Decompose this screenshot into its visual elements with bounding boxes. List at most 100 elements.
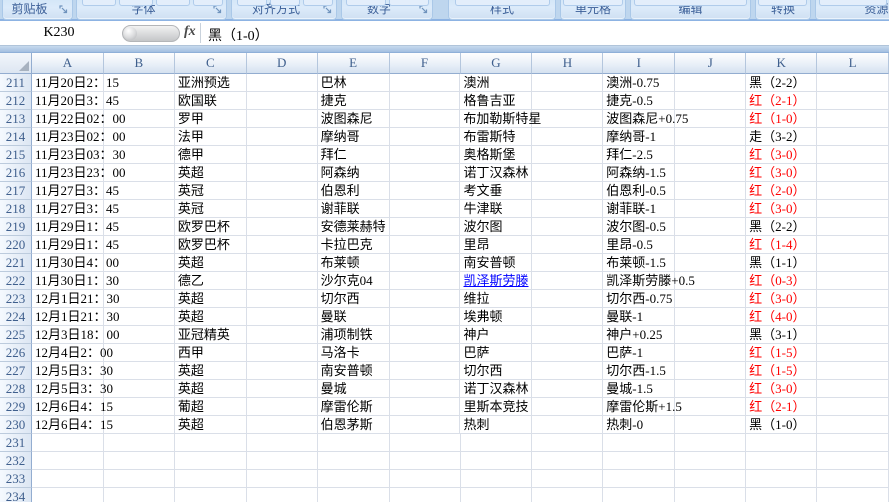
cell-I232[interactable] [603,452,676,470]
row-header-229[interactable]: 229 [0,398,32,416]
column-header-B[interactable]: B [103,53,175,74]
cell-E230[interactable]: 伯恩茅斯 [317,416,390,434]
cell-A216[interactable]: 11月23日23：00 [31,164,125,182]
cell-F231[interactable] [389,434,461,452]
row-header-223[interactable]: 223 [0,290,32,308]
cell-K215[interactable]: 红（3-0） [746,146,818,164]
cell-E218[interactable]: 谢菲联 [317,200,390,218]
cell-E225[interactable]: 浦项制铁 [317,326,390,344]
cell-E214[interactable]: 摩纳哥 [317,128,390,146]
cell-H224[interactable] [532,308,604,326]
cell-F226[interactable] [389,344,461,362]
cell-E219[interactable]: 安德莱赫特 [317,218,390,236]
cell-K220[interactable]: 红（1-4） [746,236,818,254]
cell-K212[interactable]: 红（2-1） [746,92,818,110]
cell-C219[interactable]: 欧罗巴杯 [174,218,247,236]
cell-A217[interactable]: 11月27日3：45 [31,182,119,200]
cell-A214[interactable]: 11月23日02：00 [31,128,125,146]
row-header-226[interactable]: 226 [0,344,32,362]
cell-E217[interactable]: 伯恩利 [317,182,390,200]
row-header-212[interactable]: 212 [0,92,32,110]
cell-D225[interactable] [246,326,318,344]
cell-A213[interactable]: 11月22日02：00 [31,110,125,128]
cell-H229[interactable] [532,398,604,416]
cell-F225[interactable] [389,326,461,344]
cell-C216[interactable]: 英超 [174,164,247,182]
cell-F230[interactable] [389,416,461,434]
column-header-G[interactable]: G [460,53,533,74]
cell-K211[interactable]: 黑（2-2） [746,74,818,92]
cell-F234[interactable] [390,488,461,502]
cell-J229[interactable] [675,398,747,416]
cell-G216[interactable]: 诺丁汉森林 [460,164,533,182]
cell-F224[interactable] [389,308,461,326]
cell-H222[interactable] [532,272,604,290]
cell-G220[interactable]: 里昂 [460,236,533,254]
cell-F228[interactable] [389,380,461,398]
cell-F215[interactable] [389,146,461,164]
cell-J227[interactable] [675,362,747,380]
cell-F227[interactable] [389,362,461,380]
cell-C217[interactable]: 英冠 [174,182,247,200]
column-header-H[interactable]: H [532,53,604,74]
cell-J228[interactable] [675,380,747,398]
cell-F229[interactable] [389,398,461,416]
insert-function-icon[interactable]: fx [184,24,196,40]
cell-F214[interactable] [389,128,461,146]
formula-input[interactable]: 黑（1-0） [208,25,269,45]
cell-H211[interactable] [532,74,604,92]
cell-A220[interactable]: 11月29日1：45 [31,236,119,254]
cell-D227[interactable] [246,362,318,380]
cell-D224[interactable] [246,308,318,326]
cell-A224[interactable]: 12月1日21：30 [31,308,119,326]
cell-I211[interactable]: 澳洲-0.75 [603,74,676,92]
cell-K222[interactable]: 红（0-3） [746,272,818,290]
cell-J215[interactable] [675,146,747,164]
cell-L233[interactable] [817,470,889,488]
cell-L216[interactable] [817,164,889,182]
cell-J219[interactable] [675,218,747,236]
cell-G234[interactable] [461,488,533,502]
cell-E227[interactable]: 南安普顿 [317,362,390,380]
cell-L219[interactable] [817,218,889,236]
cell-H232[interactable] [532,452,604,470]
cell-A222[interactable]: 11月30日1：30 [31,272,119,290]
row-header-221[interactable]: 221 [0,254,32,272]
cell-L234[interactable] [817,488,889,502]
cell-H227[interactable] [532,362,604,380]
cell-C228[interactable]: 英超 [174,380,247,398]
cell-F233[interactable] [389,470,461,488]
cell-E221[interactable]: 布莱顿 [317,254,390,272]
cell-I224[interactable]: 曼联-1 [603,308,676,326]
cell-E220[interactable]: 卡拉巴克 [317,236,390,254]
cell-L221[interactable] [817,254,889,272]
dialog-launcher-icon[interactable] [419,5,429,15]
cell-H225[interactable] [532,326,604,344]
cell-G221[interactable]: 南安普顿 [460,254,533,272]
cell-I225[interactable]: 神户+0.25 [603,326,676,344]
cell-B230[interactable] [103,416,175,434]
row-header-225[interactable]: 225 [0,326,32,344]
cell-D217[interactable] [246,182,318,200]
cell-D219[interactable] [246,218,318,236]
column-header-E[interactable]: E [317,53,390,74]
cell-I219[interactable]: 波尔图-0.5 [603,218,676,236]
cell-H214[interactable] [532,128,604,146]
cell-G217[interactable]: 考文垂 [460,182,533,200]
row-header-228[interactable]: 228 [0,380,32,398]
column-header-J[interactable]: J [675,53,747,74]
name-box[interactable]: K230 [0,21,118,45]
cell-A226[interactable]: 12月4日2：00 [31,344,113,362]
cell-A221[interactable]: 11月30日4：00 [31,254,119,272]
cell-E212[interactable]: 捷克 [317,92,390,110]
cell-C222[interactable]: 德乙 [174,272,247,290]
cell-F211[interactable] [389,74,461,92]
cell-L231[interactable] [817,434,889,452]
row-header-231[interactable]: 231 [0,434,32,452]
cell-C221[interactable]: 英超 [174,254,247,272]
cell-H216[interactable] [532,164,604,182]
cell-I214[interactable]: 摩纳哥-1 [603,128,676,146]
cell-K228[interactable]: 红（3-0） [746,380,818,398]
cell-J211[interactable] [675,74,747,92]
cell-H234[interactable] [532,488,604,502]
